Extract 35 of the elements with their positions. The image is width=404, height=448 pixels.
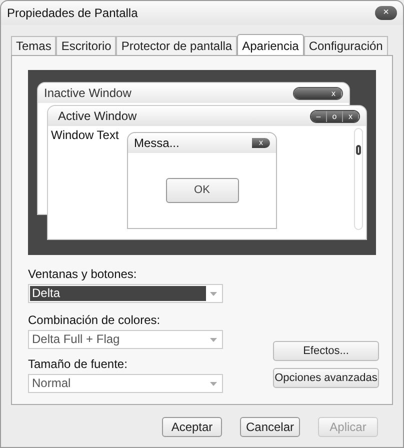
- side-button[interactable]: Opciones avanzadas: [273, 368, 379, 388]
- dropdown-value: Delta: [30, 286, 206, 301]
- close-button[interactable]: x: [252, 138, 270, 148]
- dropdown-arrow-icon: [210, 382, 217, 386]
- tab[interactable]: Protector de pantalla: [116, 36, 238, 55]
- dialog-button[interactable]: Aceptar: [162, 417, 222, 437]
- dropdown[interactable]: Delta Full + Flag: [28, 330, 223, 349]
- tab[interactable]: Escritorio: [56, 36, 116, 55]
- dialog-button[interactable]: Cancelar: [240, 417, 300, 437]
- scroll-thumb[interactable]: [356, 145, 361, 155]
- field-label: Tamaño de fuente:: [28, 357, 128, 371]
- window-title: Inactive Window: [44, 85, 132, 102]
- window-title: Messa...: [134, 135, 180, 152]
- tab[interactable]: Temas: [11, 36, 56, 55]
- close-button[interactable]: x: [343, 110, 359, 122]
- tab[interactable]: Apariencia: [237, 34, 304, 56]
- dropdown[interactable]: Normal: [28, 374, 223, 393]
- title-buttons: [294, 88, 326, 98]
- field-label: Combinación de colores:: [28, 313, 162, 327]
- dropdown-value: Delta Full + Flag: [31, 332, 121, 347]
- dropdown-value: Normal: [31, 376, 72, 391]
- maximize-button[interactable]: o: [327, 110, 343, 122]
- window-text: Window Text: [51, 128, 119, 142]
- dropdown-arrow-icon: [210, 338, 217, 342]
- minimize-button[interactable]: –: [311, 110, 327, 122]
- ok-button[interactable]: OK: [166, 178, 238, 203]
- side-button[interactable]: Efectos...: [273, 341, 379, 361]
- field-label: Ventanas y botones:: [28, 267, 138, 281]
- window-title: Propiedades de Pantalla: [7, 5, 138, 22]
- close-button[interactable]: ×: [375, 6, 397, 20]
- window-title: Active Window: [57, 108, 137, 125]
- close-button[interactable]: x: [326, 88, 342, 98]
- tab[interactable]: Configuración: [304, 36, 388, 55]
- dropdown-arrow-icon: [210, 292, 217, 296]
- dropdown[interactable]: Delta: [28, 284, 223, 303]
